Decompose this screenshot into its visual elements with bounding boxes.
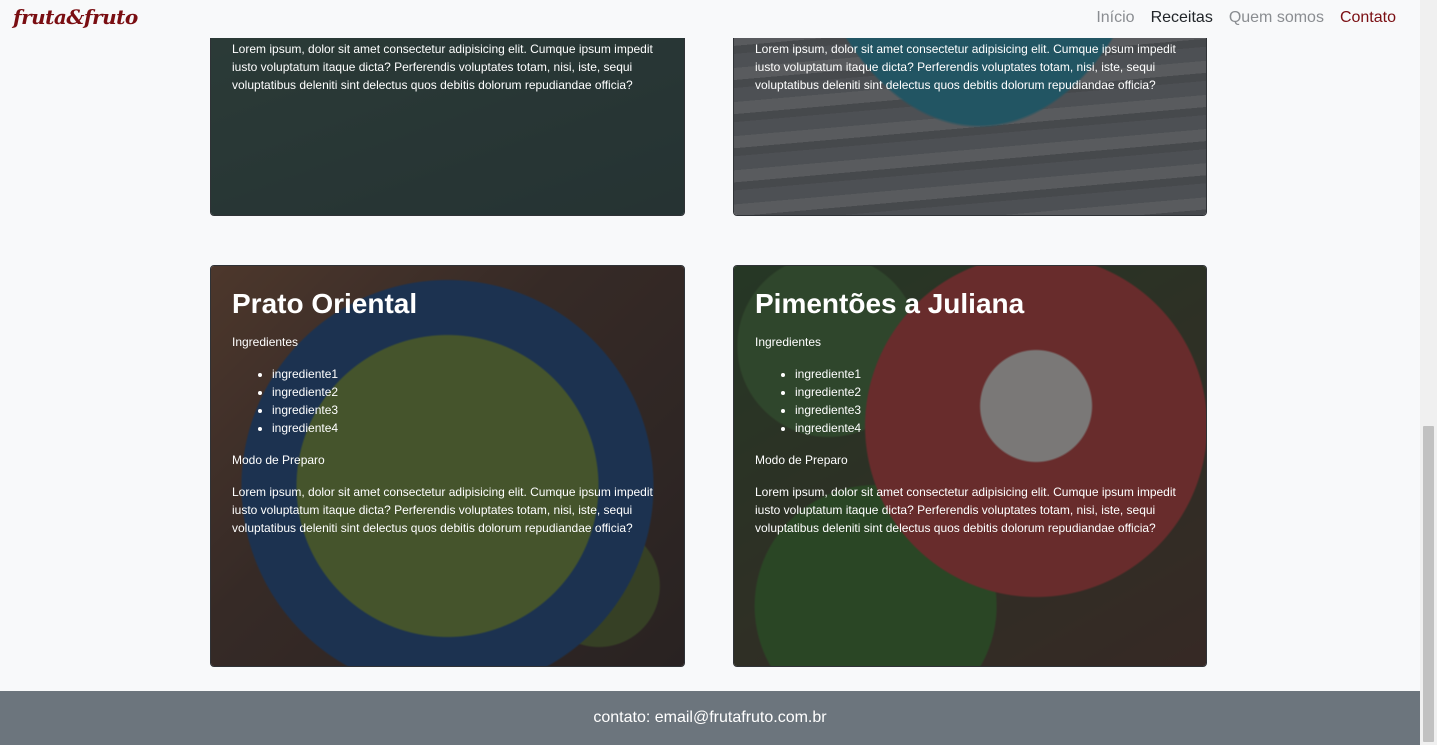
navbar: fruta&fruto Início Receitas Quem somos C… xyxy=(0,0,1420,38)
card-title: Pimentões a Juliana xyxy=(755,288,1025,319)
footer-contact: contato: email@frutafruto.com.br xyxy=(593,709,827,726)
card-text: Lorem ipsum, dolor sit amet consectetur … xyxy=(755,42,1176,92)
nav-links: Início Receitas Quem somos Contato xyxy=(1096,9,1396,27)
list-item: ingrediente1 xyxy=(272,365,666,383)
card-body: Prato Oriental Ingredientes ingrediente1… xyxy=(232,287,666,537)
footer: contato: email@frutafruto.com.br xyxy=(0,691,1420,745)
nav-link-contato[interactable]: Contato xyxy=(1340,9,1396,27)
list-item: ingrediente2 xyxy=(272,383,666,401)
nav-link-receitas[interactable]: Receitas xyxy=(1151,9,1213,27)
card-text: Lorem ipsum, dolor sit amet consectetur … xyxy=(232,42,653,92)
list-item: ingrediente2 xyxy=(795,383,1188,401)
card-body: Lorem ipsum, dolor sit amet consectetur … xyxy=(755,40,1188,94)
ingredients-list: ingrediente1 ingrediente2 ingrediente3 i… xyxy=(755,365,1188,437)
card-title: Prato Oriental xyxy=(232,288,418,319)
ingredients-label: Ingredientes xyxy=(755,335,822,349)
method-label: Modo de Preparo xyxy=(232,453,325,467)
card-text: Lorem ipsum, dolor sit amet consectetur … xyxy=(755,485,1176,535)
recipe-card-pimentoes-a-juliana: Pimentões a Juliana Ingredientes ingredi… xyxy=(733,265,1207,667)
brand-logo[interactable]: fruta&fruto xyxy=(13,5,138,29)
card-body: Lorem ipsum, dolor sit amet consectetur … xyxy=(232,40,666,94)
method-label: Modo de Preparo xyxy=(755,453,848,467)
card-body: Pimentões a Juliana Ingredientes ingredi… xyxy=(755,287,1188,537)
scrollbar-thumb[interactable] xyxy=(1423,426,1434,742)
list-item: ingrediente4 xyxy=(795,419,1188,437)
ingredients-list: ingrediente1 ingrediente2 ingrediente3 i… xyxy=(232,365,666,437)
recipe-card-prato-oriental: Prato Oriental Ingredientes ingrediente1… xyxy=(210,265,685,667)
list-item: ingrediente1 xyxy=(795,365,1188,383)
list-item: ingrediente3 xyxy=(272,401,666,419)
card-text: Lorem ipsum, dolor sit amet consectetur … xyxy=(232,485,653,535)
nav-link-inicio[interactable]: Início xyxy=(1096,9,1134,27)
nav-link-quem-somos[interactable]: Quem somos xyxy=(1229,9,1324,27)
list-item: ingrediente3 xyxy=(795,401,1188,419)
list-item: ingrediente4 xyxy=(272,419,666,437)
ingredients-label: Ingredientes xyxy=(232,335,299,349)
